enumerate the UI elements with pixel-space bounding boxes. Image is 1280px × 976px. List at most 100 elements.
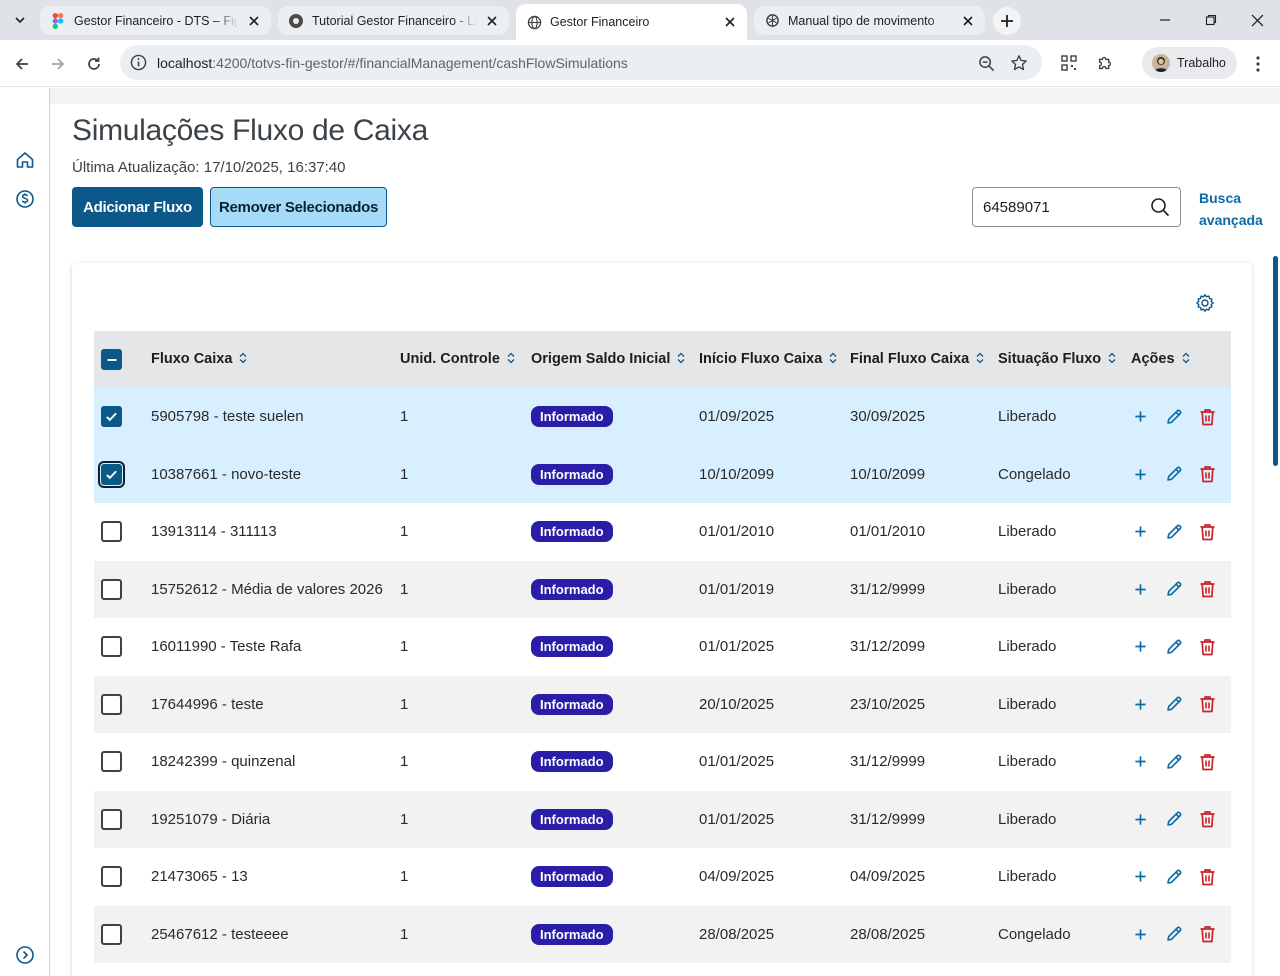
table-row[interactable]: 21473065 - 13 1 Informado 04/09/2025 04/09/2… bbox=[94, 848, 1231, 906]
edit-pencil-icon[interactable] bbox=[1164, 521, 1183, 543]
edit-pencil-icon[interactable] bbox=[1164, 866, 1183, 888]
remove-selected-button[interactable]: Remover Selecionados bbox=[210, 187, 387, 227]
add-flow-button[interactable]: Adicionar Fluxo bbox=[72, 187, 203, 227]
select-all-checkbox[interactable] bbox=[101, 349, 122, 370]
add-icon[interactable] bbox=[1131, 521, 1150, 543]
add-icon[interactable] bbox=[1131, 578, 1150, 600]
search-icon[interactable] bbox=[1149, 196, 1171, 218]
table-row[interactable]: 18242399 - quinzenal 1 Informado 01/01/2025… bbox=[94, 733, 1231, 791]
delete-trash-icon[interactable] bbox=[1198, 751, 1217, 773]
sort-icon[interactable] bbox=[677, 352, 685, 368]
browser-menu-button[interactable] bbox=[1246, 50, 1270, 78]
sort-icon[interactable] bbox=[507, 352, 515, 368]
row-checkbox[interactable] bbox=[101, 923, 122, 945]
browser-tab-gestor[interactable]: Gestor Financeiro bbox=[516, 4, 747, 40]
table-row[interactable]: 17644996 - teste 1 Informado 20/10/2025 23/1… bbox=[94, 675, 1231, 733]
extensions-puzzle-icon[interactable] bbox=[1092, 50, 1118, 76]
bookmark-star-icon[interactable] bbox=[1008, 52, 1030, 74]
delete-trash-icon[interactable] bbox=[1198, 636, 1217, 658]
search-input[interactable] bbox=[983, 197, 1143, 217]
browser-tab-loom[interactable]: Tutorial Gestor Financeiro - Link bbox=[278, 6, 509, 35]
tab-search-button[interactable] bbox=[6, 6, 34, 34]
edit-pencil-icon[interactable] bbox=[1164, 636, 1183, 658]
delete-trash-icon[interactable] bbox=[1198, 463, 1217, 485]
delete-trash-icon[interactable] bbox=[1198, 866, 1217, 888]
gear-icon[interactable] bbox=[1194, 292, 1216, 314]
edit-pencil-icon[interactable] bbox=[1164, 808, 1183, 830]
table-row[interactable]: 25467612 - testeeee 1 Informado 28/08/2025 2… bbox=[94, 905, 1231, 963]
sort-icon[interactable] bbox=[1182, 352, 1190, 368]
delete-trash-icon[interactable] bbox=[1198, 923, 1217, 945]
table-row[interactable]: 10387661 - novo-teste 1 Informado 10/10/209… bbox=[94, 445, 1231, 503]
add-icon[interactable] bbox=[1131, 406, 1150, 428]
edit-pencil-icon[interactable] bbox=[1164, 406, 1183, 428]
advanced-search-link[interactable]: Busca avançada bbox=[1199, 187, 1269, 231]
table-row[interactable]: 15752612 - Média de valores 2026 1 Informa… bbox=[94, 560, 1231, 618]
edit-pencil-icon[interactable] bbox=[1164, 693, 1183, 715]
zoom-icon[interactable] bbox=[975, 52, 997, 74]
origin-tag: Informado bbox=[531, 693, 613, 715]
sort-icon[interactable] bbox=[829, 352, 837, 368]
column-header-unid[interactable]: Unid. Controle bbox=[400, 331, 531, 388]
table-row[interactable]: 5905798 - teste suelen 1 Informado 01/09/20… bbox=[94, 388, 1231, 446]
column-header-acoes[interactable]: Ações bbox=[1131, 331, 1231, 388]
browser-tab-manual[interactable]: Manual tipo de movimento bbox=[754, 6, 985, 35]
forward-button[interactable] bbox=[44, 50, 72, 78]
delete-trash-icon[interactable] bbox=[1198, 693, 1217, 715]
table-row[interactable]: 13913114 - 311113 1 Informado 01/01/2010 01/… bbox=[94, 503, 1231, 561]
add-icon[interactable] bbox=[1131, 866, 1150, 888]
add-icon[interactable] bbox=[1131, 693, 1150, 715]
add-icon[interactable] bbox=[1131, 636, 1150, 658]
row-checkbox[interactable] bbox=[98, 460, 125, 488]
home-icon[interactable] bbox=[14, 149, 36, 171]
new-tab-button[interactable] bbox=[993, 7, 1021, 35]
row-checkbox[interactable] bbox=[101, 751, 122, 773]
row-checkbox[interactable] bbox=[101, 406, 122, 428]
close-window-button[interactable] bbox=[1234, 0, 1280, 40]
add-icon[interactable] bbox=[1131, 751, 1150, 773]
sort-icon[interactable] bbox=[976, 352, 984, 368]
row-checkbox[interactable] bbox=[101, 636, 122, 658]
browser-tab-figma[interactable]: Gestor Financeiro - DTS – Figma bbox=[40, 6, 271, 35]
column-header-fluxo[interactable]: Fluxo Caixa bbox=[151, 331, 400, 388]
restore-button[interactable] bbox=[1188, 0, 1234, 40]
add-icon[interactable] bbox=[1131, 463, 1150, 485]
column-header-situacao[interactable]: Situação Fluxo bbox=[998, 331, 1131, 388]
expand-sidebar-icon[interactable] bbox=[14, 944, 36, 966]
table-row[interactable]: 16011990 - Teste Rafa 1 Informado 01/01/202… bbox=[94, 618, 1231, 676]
qr-code-icon[interactable] bbox=[1056, 50, 1082, 76]
site-info-icon[interactable] bbox=[129, 53, 148, 72]
back-button[interactable] bbox=[8, 50, 36, 78]
close-tab-icon[interactable] bbox=[959, 12, 977, 30]
add-icon[interactable] bbox=[1131, 923, 1150, 945]
close-tab-icon[interactable] bbox=[483, 12, 501, 30]
close-tab-icon[interactable] bbox=[245, 12, 263, 30]
minimize-button[interactable] bbox=[1142, 0, 1188, 40]
column-header-inicio[interactable]: Início Fluxo Caixa bbox=[699, 331, 850, 388]
row-checkbox[interactable] bbox=[101, 521, 122, 543]
profile-button[interactable]: Trabalho bbox=[1142, 47, 1237, 79]
edit-pencil-icon[interactable] bbox=[1164, 578, 1183, 600]
page-scrollbar[interactable] bbox=[1273, 256, 1278, 466]
edit-pencil-icon[interactable] bbox=[1164, 751, 1183, 773]
address-bar[interactable]: localhost:4200/totvs-fin-gestor/#/financ… bbox=[120, 45, 1042, 80]
add-icon[interactable] bbox=[1131, 808, 1150, 830]
edit-pencil-icon[interactable] bbox=[1164, 463, 1183, 485]
money-icon[interactable] bbox=[14, 188, 36, 210]
row-checkbox[interactable] bbox=[101, 808, 122, 830]
delete-trash-icon[interactable] bbox=[1198, 578, 1217, 600]
edit-pencil-icon[interactable] bbox=[1164, 923, 1183, 945]
delete-trash-icon[interactable] bbox=[1198, 808, 1217, 830]
delete-trash-icon[interactable] bbox=[1198, 521, 1217, 543]
reload-button[interactable] bbox=[80, 50, 108, 78]
column-header-origem[interactable]: Origem Saldo Inicial bbox=[531, 331, 699, 388]
table-row[interactable]: 19251079 - Diária 1 Informado 01/01/2025 31/… bbox=[94, 790, 1231, 848]
close-tab-icon[interactable] bbox=[721, 13, 739, 31]
column-header-final[interactable]: Final Fluxo Caixa bbox=[850, 331, 998, 388]
row-checkbox[interactable] bbox=[101, 578, 122, 600]
sort-icon[interactable] bbox=[239, 352, 247, 368]
sort-icon[interactable] bbox=[1108, 352, 1116, 368]
row-checkbox[interactable] bbox=[101, 866, 122, 888]
delete-trash-icon[interactable] bbox=[1198, 406, 1217, 428]
row-checkbox[interactable] bbox=[101, 693, 122, 715]
